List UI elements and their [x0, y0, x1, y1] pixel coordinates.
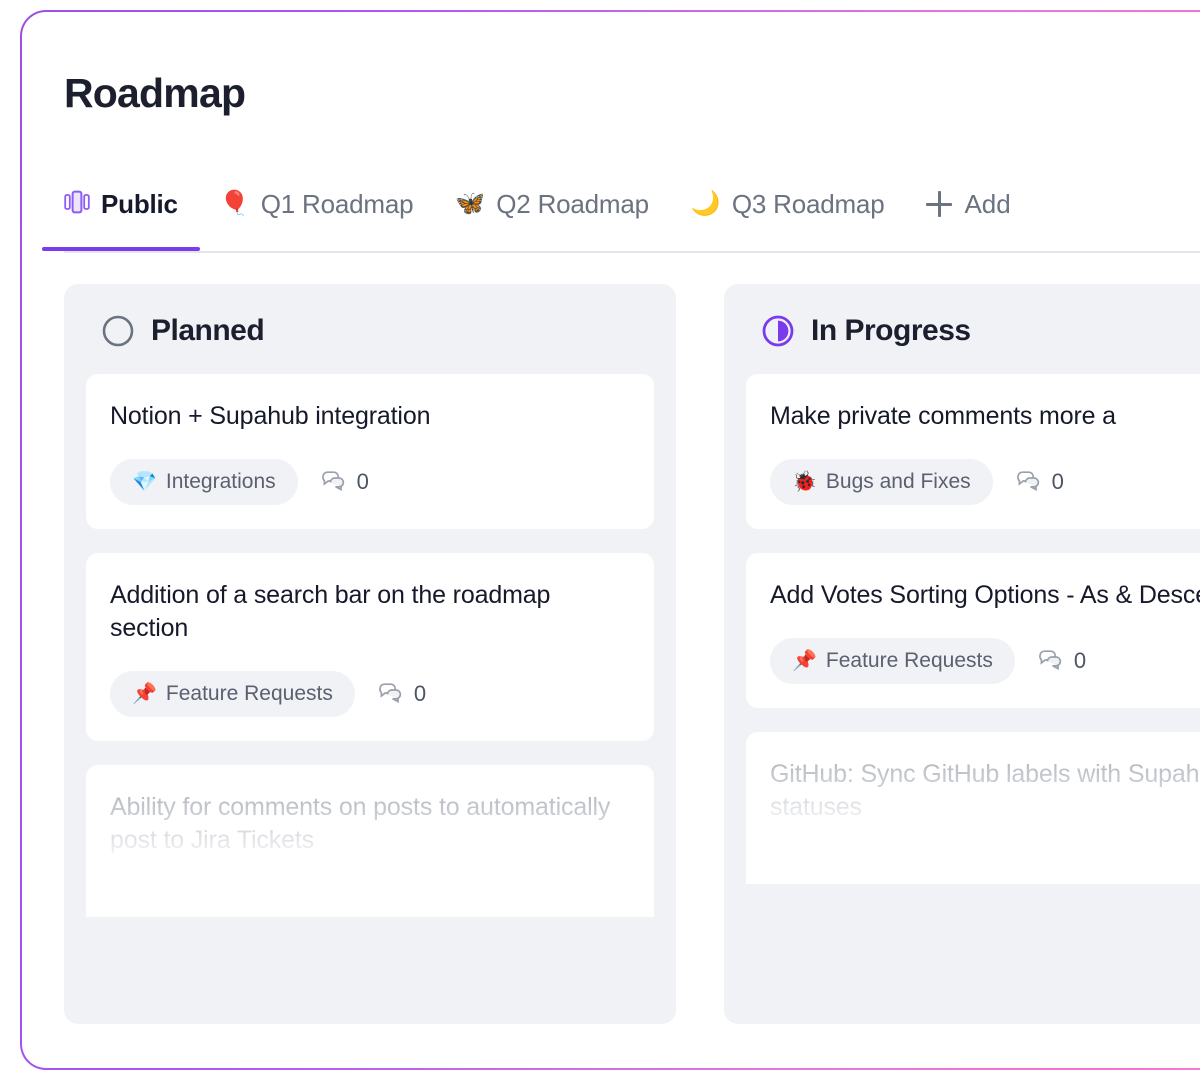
card-comments[interactable]: 0	[377, 680, 426, 709]
kanban-board-icon	[64, 190, 90, 219]
board-card[interactable]: Addition of a search bar on the roadmap …	[86, 553, 654, 741]
half-filled-circle-icon	[761, 314, 795, 348]
column-title: In Progress	[811, 314, 971, 347]
card-tag[interactable]: 📌 Feature Requests	[770, 638, 1015, 684]
ladybug-icon: 🐞	[792, 471, 817, 493]
card-tag[interactable]: 💎 Integrations	[110, 459, 298, 505]
board-card[interactable]: Make private comments more a 🐞 Bugs and …	[746, 374, 1200, 529]
tab-bar: Public 🎈 Q1 Roadmap 🦋 Q2 Roadmap 🌙 Q3 Ro…	[42, 180, 1200, 252]
comment-bubbles-icon	[377, 680, 403, 709]
board-card[interactable]: Ability for comments on posts to automat…	[86, 765, 654, 917]
gem-icon: 💎	[132, 471, 157, 493]
page-title: Roadmap	[64, 70, 246, 116]
tab-public[interactable]: Public	[42, 180, 200, 251]
comment-bubbles-icon	[1015, 468, 1041, 497]
crescent-moon-icon: 🌙	[690, 190, 721, 217]
tab-label: Public	[101, 188, 178, 219]
card-tag-label: Feature Requests	[825, 649, 993, 672]
card-tag[interactable]: 📌 Feature Requests	[110, 671, 355, 717]
board-card[interactable]: Notion + Supahub integration 💎 Integrati…	[86, 374, 654, 529]
tab-label: Q3 Roadmap	[731, 188, 885, 219]
card-tag-label: Feature Requests	[165, 682, 333, 705]
app-window-frame: Roadmap Public 🎈 Q1 Roadmap 🦋 Q2 Roadmap…	[20, 10, 1200, 1070]
comment-count: 0	[413, 681, 427, 706]
card-title: Ability for comments on posts to automat…	[110, 793, 618, 854]
card-title: Notion + Supahub integration	[110, 402, 431, 430]
tab-q1-roadmap[interactable]: 🎈 Q1 Roadmap	[220, 180, 414, 228]
comment-count: 0	[1073, 648, 1087, 673]
column-header: In Progress	[746, 314, 1200, 348]
column-title: Planned	[151, 314, 265, 347]
card-comments[interactable]: 0	[1037, 647, 1086, 676]
butterfly-icon: 🦋	[455, 190, 486, 217]
tab-label: Q1 Roadmap	[260, 188, 414, 219]
card-title: Addition of a search bar on the roadmap …	[110, 581, 558, 642]
tab-bar-divider	[64, 251, 1200, 253]
card-tag[interactable]: 🐞 Bugs and Fixes	[770, 459, 993, 505]
card-meta: 💎 Integrations 0	[110, 459, 630, 505]
card-title: Make private comments more a	[770, 402, 1116, 430]
board-column-in-progress: In Progress Make private comments more a…	[724, 284, 1200, 1024]
card-meta: 📌 Feature Requests 0	[110, 671, 630, 717]
pushpin-icon: 📌	[792, 650, 817, 672]
card-comments[interactable]: 0	[1015, 468, 1064, 497]
comment-bubbles-icon	[1037, 647, 1063, 676]
board-card[interactable]: Add Votes Sorting Options - As & Descend…	[746, 553, 1200, 708]
board-card[interactable]: GitHub: Sync GitHub labels with Supahub …	[746, 732, 1200, 884]
card-tag-label: Integrations	[165, 470, 276, 493]
card-title: Add Votes Sorting Options - As & Descend…	[770, 581, 1200, 609]
card-tag-label: Bugs and Fixes	[825, 470, 971, 493]
comment-count: 0	[1051, 469, 1064, 494]
card-comments[interactable]: 0	[320, 468, 369, 497]
roadmap-board: Planned Notion + Supahub integration 💎 I…	[64, 284, 1200, 1024]
tab-label: Q2 Roadmap	[496, 188, 649, 219]
board-column-planned: Planned Notion + Supahub integration 💎 I…	[64, 284, 676, 1024]
add-tab-label: Add	[964, 188, 1011, 219]
add-tab-button[interactable]: Add	[926, 180, 1011, 228]
balloon-icon: 🎈	[219, 190, 250, 217]
card-meta: 📌 Feature Requests 0	[770, 638, 1200, 684]
tab-q2-roadmap[interactable]: 🦋 Q2 Roadmap	[455, 180, 649, 228]
app-window-inner: Roadmap Public 🎈 Q1 Roadmap 🦋 Q2 Roadmap…	[22, 12, 1200, 1068]
comment-count: 0	[356, 469, 369, 494]
empty-circle-icon	[101, 314, 135, 348]
plus-icon	[926, 191, 953, 217]
column-header: Planned	[86, 314, 654, 348]
card-title: GitHub: Sync GitHub labels with Supahub …	[770, 760, 1200, 821]
tab-q3-roadmap[interactable]: 🌙 Q3 Roadmap	[691, 180, 885, 228]
comment-bubbles-icon	[320, 468, 346, 497]
pushpin-icon: 📌	[132, 683, 157, 705]
card-meta: 🐞 Bugs and Fixes 0	[770, 459, 1200, 505]
